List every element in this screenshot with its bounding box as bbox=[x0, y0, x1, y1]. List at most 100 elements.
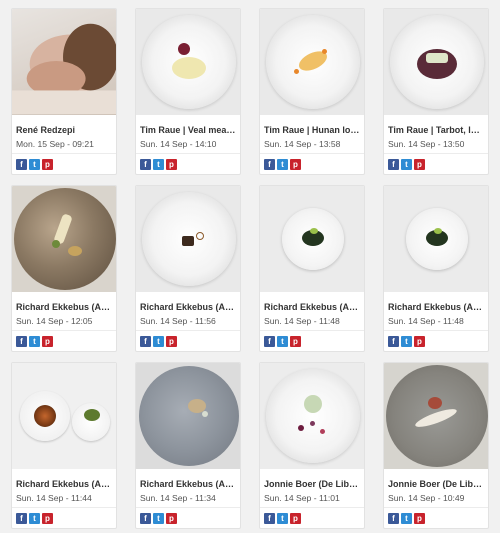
card-date: Sun. 14 Sep - 13:58 bbox=[264, 139, 341, 149]
pinterest-share-icon[interactable]: p bbox=[42, 159, 53, 170]
photo-card[interactable]: Jonnie Boer (De Librij... Sun. 14 Sep - … bbox=[383, 362, 489, 529]
card-meta: Jonnie Boer (De Librij... Sun. 14 Sep - … bbox=[260, 469, 364, 508]
facebook-share-icon[interactable]: f bbox=[16, 159, 27, 170]
share-buttons: f t p bbox=[384, 154, 488, 170]
photo-card[interactable]: Richard Ekkebus (Am... Sun. 14 Sep - 11:… bbox=[11, 362, 117, 529]
photo-card[interactable]: Richard Ekkebus (Am... Sun. 14 Sep - 11:… bbox=[259, 185, 365, 352]
twitter-share-icon[interactable]: t bbox=[401, 336, 412, 347]
twitter-share-icon[interactable]: t bbox=[29, 159, 40, 170]
card-title[interactable]: Tim Raue | Tarbot, lee... bbox=[388, 124, 484, 136]
card-date: Sun. 14 Sep - 11:48 bbox=[264, 316, 340, 326]
card-title[interactable]: Richard Ekkebus (Am... bbox=[388, 301, 484, 313]
dish-garnish-image bbox=[68, 246, 82, 256]
twitter-share-icon[interactable]: t bbox=[277, 159, 288, 170]
card-title[interactable]: Richard Ekkebus (Am... bbox=[16, 301, 112, 313]
photo-card[interactable]: Jonnie Boer (De Librij... Sun. 14 Sep - … bbox=[259, 362, 365, 529]
card-meta: Richard Ekkebus (Am... Sun. 14 Sep - 11:… bbox=[12, 469, 116, 508]
photo-card[interactable]: Tim Raue | Veal meat... Sun. 14 Sep - 14… bbox=[135, 8, 241, 175]
pinterest-share-icon[interactable]: p bbox=[414, 513, 425, 524]
twitter-share-icon[interactable]: t bbox=[153, 159, 164, 170]
photo-thumbnail[interactable] bbox=[136, 363, 240, 469]
card-title[interactable]: Richard Ekkebus (Am... bbox=[140, 301, 236, 313]
dish-image bbox=[304, 395, 322, 413]
photo-thumbnail[interactable] bbox=[260, 363, 364, 469]
facebook-share-icon[interactable]: f bbox=[388, 336, 399, 347]
card-title[interactable]: Jonnie Boer (De Librij... bbox=[388, 478, 484, 490]
pinterest-share-icon[interactable]: p bbox=[414, 159, 425, 170]
pinterest-share-icon[interactable]: p bbox=[290, 513, 301, 524]
card-title[interactable]: Jonnie Boer (De Librij... bbox=[264, 478, 360, 490]
dish-garnish-image bbox=[52, 240, 60, 248]
twitter-share-icon[interactable]: t bbox=[277, 513, 288, 524]
twitter-share-icon[interactable]: t bbox=[29, 336, 40, 347]
facebook-share-icon[interactable]: f bbox=[140, 336, 151, 347]
photo-thumbnail[interactable] bbox=[384, 186, 488, 292]
facebook-share-icon[interactable]: f bbox=[264, 159, 275, 170]
card-title[interactable]: Richard Ekkebus (Am... bbox=[140, 478, 236, 490]
pinterest-share-icon[interactable]: p bbox=[166, 513, 177, 524]
twitter-share-icon[interactable]: t bbox=[153, 513, 164, 524]
photo-thumbnail[interactable] bbox=[136, 9, 240, 115]
dish-garnish-image bbox=[434, 228, 442, 234]
pinterest-share-icon[interactable]: p bbox=[414, 336, 425, 347]
photo-card[interactable]: René Redzepi Mon. 15 Sep - 09:21 f t p bbox=[11, 8, 117, 175]
photo-card[interactable]: Tim Raue | Tarbot, lee... Sun. 14 Sep - … bbox=[383, 8, 489, 175]
pinterest-share-icon[interactable]: p bbox=[290, 336, 301, 347]
photo-card[interactable]: Richard Ekkebus (Am... Sun. 14 Sep - 11:… bbox=[135, 185, 241, 352]
pinterest-share-icon[interactable]: p bbox=[42, 336, 53, 347]
facebook-share-icon[interactable]: f bbox=[264, 336, 275, 347]
dish-garnish-image bbox=[178, 43, 190, 55]
card-title[interactable]: Tim Raue | Veal meat... bbox=[140, 124, 236, 136]
photo-thumbnail[interactable] bbox=[12, 363, 116, 469]
facebook-share-icon[interactable]: f bbox=[388, 513, 399, 524]
photo-thumbnail[interactable] bbox=[260, 186, 364, 292]
dish-garnish-image bbox=[298, 425, 304, 431]
card-title[interactable]: Richard Ekkebus (Am... bbox=[264, 301, 360, 313]
pinterest-share-icon[interactable]: p bbox=[166, 159, 177, 170]
share-buttons: f t p bbox=[136, 154, 240, 170]
twitter-share-icon[interactable]: t bbox=[277, 336, 288, 347]
twitter-share-icon[interactable]: t bbox=[29, 513, 40, 524]
dish-garnish-image bbox=[310, 228, 318, 234]
facebook-share-icon[interactable]: f bbox=[140, 513, 151, 524]
share-buttons: f t p bbox=[12, 154, 116, 170]
card-title[interactable]: Tim Raue | Hunan lob... bbox=[264, 124, 360, 136]
facebook-share-icon[interactable]: f bbox=[264, 513, 275, 524]
share-buttons: f t p bbox=[260, 154, 364, 170]
facebook-share-icon[interactable]: f bbox=[16, 513, 27, 524]
dish-garnish-image bbox=[310, 421, 315, 426]
card-date: Mon. 15 Sep - 09:21 bbox=[16, 139, 94, 149]
card-title[interactable]: Richard Ekkebus (Am... bbox=[16, 478, 112, 490]
facebook-share-icon[interactable]: f bbox=[388, 159, 399, 170]
dish-garnish-image bbox=[320, 429, 325, 434]
photo-thumbnail[interactable] bbox=[12, 9, 116, 115]
photo-grid: René Redzepi Mon. 15 Sep - 09:21 f t p T… bbox=[11, 8, 489, 529]
dish-garnish-image bbox=[294, 69, 299, 74]
photo-thumbnail[interactable] bbox=[260, 9, 364, 115]
photo-thumbnail[interactable] bbox=[136, 186, 240, 292]
card-meta: René Redzepi Mon. 15 Sep - 09:21 bbox=[12, 115, 116, 154]
pinterest-share-icon[interactable]: p bbox=[166, 336, 177, 347]
facebook-share-icon[interactable]: f bbox=[16, 336, 27, 347]
photo-card[interactable]: Richard Ekkebus (Am... Sun. 14 Sep - 11:… bbox=[383, 185, 489, 352]
facebook-share-icon[interactable]: f bbox=[140, 159, 151, 170]
twitter-share-icon[interactable]: t bbox=[153, 336, 164, 347]
photo-thumbnail[interactable] bbox=[384, 9, 488, 115]
share-buttons: f t p bbox=[260, 331, 364, 347]
card-title[interactable]: René Redzepi bbox=[16, 124, 112, 136]
photo-card[interactable]: Tim Raue | Hunan lob... Sun. 14 Sep - 13… bbox=[259, 8, 365, 175]
photo-thumbnail[interactable] bbox=[384, 363, 488, 469]
pinterest-share-icon[interactable]: p bbox=[290, 159, 301, 170]
card-date: Sun. 14 Sep - 10:49 bbox=[388, 493, 465, 503]
dish-garnish-image bbox=[196, 232, 204, 240]
pinterest-share-icon[interactable]: p bbox=[42, 513, 53, 524]
share-buttons: f t p bbox=[12, 508, 116, 524]
card-meta: Jonnie Boer (De Librij... Sun. 14 Sep - … bbox=[384, 469, 488, 508]
photo-thumbnail[interactable] bbox=[12, 186, 116, 292]
photo-card[interactable]: Richard Ekkebus (Am... Sun. 14 Sep - 11:… bbox=[135, 362, 241, 529]
twitter-share-icon[interactable]: t bbox=[401, 159, 412, 170]
share-buttons: f t p bbox=[384, 331, 488, 347]
photo-card[interactable]: Richard Ekkebus (Am... Sun. 14 Sep - 12:… bbox=[11, 185, 117, 352]
twitter-share-icon[interactable]: t bbox=[401, 513, 412, 524]
card-date: Sun. 14 Sep - 11:44 bbox=[16, 493, 92, 503]
